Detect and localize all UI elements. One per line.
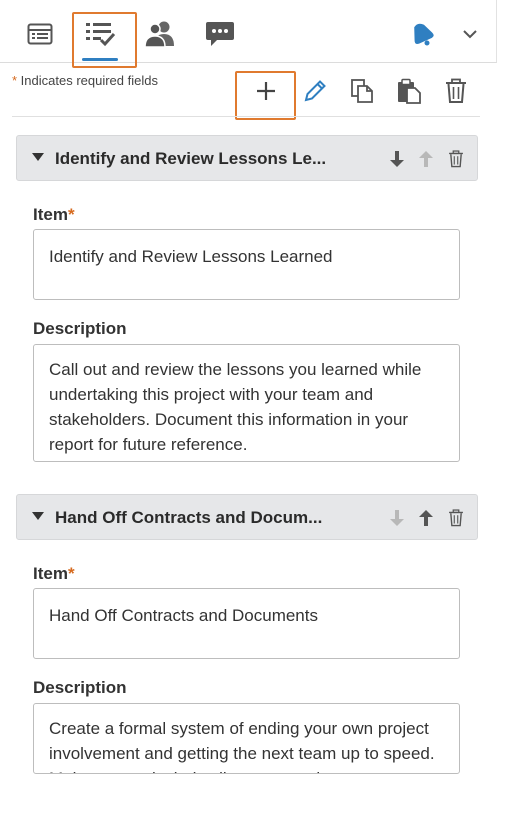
header-menu-button[interactable]: [450, 14, 490, 54]
notifications-button[interactable]: [402, 14, 442, 54]
pencil-icon: [304, 80, 326, 102]
trash-icon: [449, 509, 463, 527]
move-up-button[interactable]: [416, 148, 436, 170]
paste-icon: [398, 78, 421, 104]
item-header-title[interactable]: Hand Off Contracts and Docum...: [55, 508, 355, 528]
tab-comments[interactable]: [200, 14, 240, 54]
arrow-down-icon: [390, 510, 404, 526]
description-textarea[interactable]: Call out and review the lessons you lear…: [33, 344, 460, 462]
item-input[interactable]: Identify and Review Lessons Learned: [33, 229, 460, 300]
arrow-up-icon: [419, 151, 433, 167]
description-textarea[interactable]: Create a formal system of ending your ow…: [33, 703, 460, 774]
item-input[interactable]: Hand Off Contracts and Documents: [33, 588, 460, 659]
item-label: Item*: [33, 564, 75, 584]
toolbar-divider: [12, 116, 480, 117]
item-header-2[interactable]: Hand Off Contracts and Docum...: [16, 494, 478, 540]
delete-item-button[interactable]: [446, 507, 466, 529]
users-icon: [144, 21, 174, 48]
copy-button[interactable]: [344, 73, 380, 109]
copy-icon: [351, 79, 373, 103]
tab-list-view[interactable]: [20, 14, 60, 54]
delete-item-button[interactable]: [446, 148, 466, 170]
item-label-text: Item: [33, 564, 68, 583]
bell-icon: [414, 23, 434, 46]
required-star: *: [67, 564, 75, 583]
required-star: *: [67, 205, 75, 224]
required-note-text: Indicates required fields: [17, 73, 158, 88]
paste-button[interactable]: [391, 73, 427, 109]
delete-button[interactable]: [438, 73, 474, 109]
add-item-button[interactable]: [248, 73, 284, 109]
top-toolbar: [0, 0, 497, 63]
arrow-down-icon: [390, 151, 404, 167]
trash-icon: [449, 150, 463, 168]
move-down-button[interactable]: [387, 507, 407, 529]
item-label: Item*: [33, 205, 75, 225]
item-label-text: Item: [33, 205, 68, 224]
arrow-up-icon: [419, 510, 433, 526]
tab-checklist[interactable]: [80, 14, 120, 61]
description-label: Description: [33, 319, 127, 338]
trash-icon: [446, 78, 466, 103]
item-header-title[interactable]: Identify and Review Lessons Le...: [55, 149, 355, 169]
chevron-down-icon: [463, 30, 477, 39]
chat-icon: [206, 22, 234, 46]
move-down-button[interactable]: [387, 148, 407, 170]
tab-people[interactable]: [140, 14, 180, 54]
add-icon: [257, 82, 275, 100]
caret-down-icon[interactable]: [31, 151, 45, 163]
list-grid-icon: [27, 23, 53, 45]
move-up-button[interactable]: [416, 507, 436, 529]
checklist-icon: [86, 23, 116, 47]
item-header-1[interactable]: Identify and Review Lessons Le...: [16, 135, 478, 181]
caret-down-icon[interactable]: [31, 510, 45, 522]
description-label: Description: [33, 678, 127, 697]
required-fields-note: * Indicates required fields: [12, 73, 158, 88]
edit-button[interactable]: [297, 73, 333, 109]
